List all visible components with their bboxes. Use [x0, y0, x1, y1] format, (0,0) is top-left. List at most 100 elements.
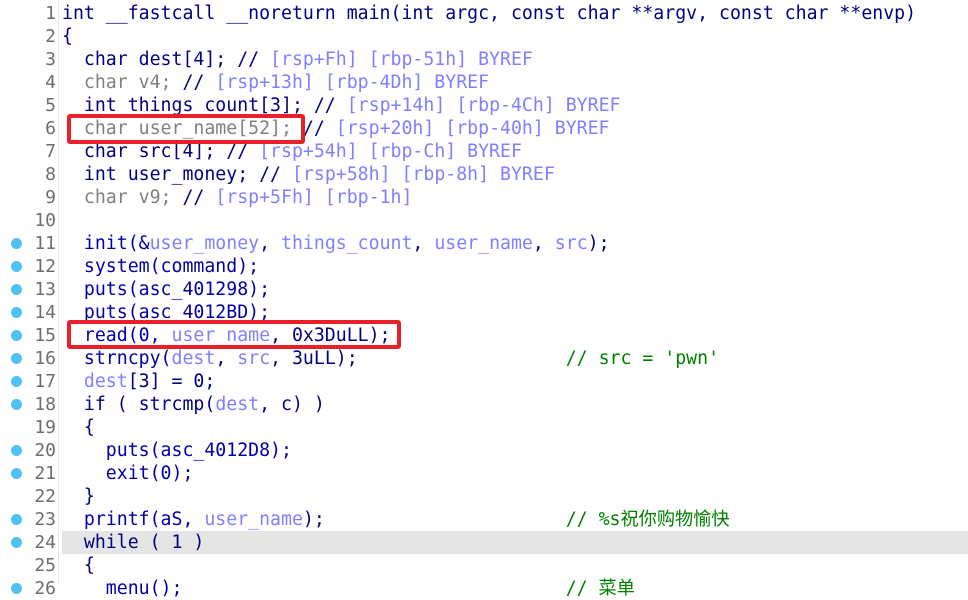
code-token: dest [171, 348, 216, 369]
breakpoint-dot-icon[interactable] [11, 399, 22, 410]
code-text: char dest[4]; // [rsp+Fh] [rbp-51h] BYRE… [62, 48, 968, 71]
code-line[interactable]: 2{ [0, 25, 968, 48]
code-token: char src[4]; [62, 141, 227, 162]
code-text: menu(); // 菜单 [62, 577, 968, 600]
code-token: } [62, 486, 95, 507]
breakpoint-dot-icon[interactable] [11, 353, 22, 364]
line-number: 11 [34, 233, 56, 254]
code-token: while ( 1 ) [62, 532, 205, 553]
breakpoint-dot-icon[interactable] [11, 468, 22, 479]
code-token: menu(); [62, 578, 566, 599]
code-line[interactable]: 24 while ( 1 ) [0, 531, 968, 554]
line-number: 14 [34, 302, 56, 323]
code-token: // [182, 187, 216, 208]
line-number: 8 [45, 164, 56, 185]
line-number: 25 [34, 555, 56, 576]
code-text: puts(asc_4012D8); [62, 439, 968, 462]
code-line[interactable]: 9 char v9; // [rsp+5Fh] [rbp-1h] [0, 186, 968, 209]
code-token: [rsp+14h] [rbp-4Ch] BYREF [346, 95, 621, 116]
line-number: 19 [34, 417, 56, 438]
code-token: { [62, 26, 73, 47]
code-token: user_money [149, 233, 260, 254]
code-text: } [62, 485, 968, 508]
code-token: [rsp+54h] [rbp-Ch] BYREF [259, 141, 522, 162]
code-token: { [62, 555, 95, 576]
code-line[interactable]: 11 init(&user_money, things_count, user_… [0, 232, 968, 255]
code-token: [3] = 0; [127, 371, 216, 392]
pseudocode-view[interactable]: 1 int __fastcall __noreturn main(int argc… [0, 0, 968, 599]
line-number: 13 [34, 279, 56, 300]
code-line[interactable]: 4 char v4; // [rsp+13h] [rbp-4Dh] BYREF [0, 71, 968, 94]
code-line[interactable]: 16 strncpy(dest, src, 3uLL); // src = 'p… [0, 347, 968, 370]
breakpoint-dot-icon[interactable] [11, 445, 22, 456]
code-token: init(& [62, 233, 150, 254]
code-token: int things_count[3]; [62, 95, 314, 116]
code-text: int __fastcall __noreturn main(int argc,… [62, 2, 968, 25]
code-token: puts(asc_401298); [62, 279, 271, 300]
code-token: // %s祝你购物愉快 [565, 509, 730, 530]
line-number: 6 [45, 118, 56, 139]
code-line[interactable]: 10 [0, 209, 968, 232]
line-number: 2 [45, 26, 56, 47]
code-token: [rsp+13h] [rbp-4Dh] BYREF [215, 72, 490, 93]
code-token: ); [587, 233, 610, 254]
code-token: int __fastcall __noreturn main(int argc,… [62, 3, 917, 24]
breakpoint-dot-icon[interactable] [11, 238, 22, 249]
code-line[interactable]: 19 { [0, 416, 968, 439]
code-token: exit(0); [62, 463, 194, 484]
code-line[interactable]: 3 char dest[4]; // [rsp+Fh] [rbp-51h] BY… [0, 48, 968, 71]
code-token: // 菜单 [565, 578, 635, 599]
code-token: printf(aS, [62, 509, 205, 530]
code-token: // [182, 72, 216, 93]
code-line[interactable]: 1 int __fastcall __noreturn main(int argc… [0, 2, 968, 25]
code-line[interactable]: 8 int user_money; // [rsp+58h] [rbp-8h] … [0, 163, 968, 186]
code-token: char v9; [62, 187, 183, 208]
code-token: things_count [281, 233, 413, 254]
line-number: 23 [34, 509, 56, 530]
code-text: puts(asc_401298); [62, 278, 968, 301]
code-text: system(command); [62, 255, 968, 278]
code-token: dest [62, 371, 128, 392]
code-token: , [259, 233, 282, 254]
breakpoint-dot-icon[interactable] [11, 583, 22, 594]
breakpoint-dot-icon[interactable] [11, 514, 22, 525]
code-line[interactable]: 25 { [0, 554, 968, 577]
code-line[interactable]: 23 printf(aS, user_name); // %s祝你购物愉快 [0, 508, 968, 531]
breakpoint-dot-icon[interactable] [11, 376, 22, 387]
line-number: 16 [34, 348, 56, 369]
highlight-box-read-call [67, 320, 401, 349]
code-line[interactable]: 17 dest[3] = 0; [0, 370, 968, 393]
code-line[interactable]: 12 system(command); [0, 255, 968, 278]
line-number: 21 [34, 463, 56, 484]
code-token: [rsp+Fh] [rbp-51h] BYREF [270, 49, 533, 70]
code-token: , [215, 348, 238, 369]
code-token: // [237, 49, 271, 70]
code-token: user_name [204, 509, 303, 530]
line-number: 3 [45, 49, 56, 70]
code-token: src [237, 348, 271, 369]
code-line[interactable]: 21 exit(0); [0, 462, 968, 485]
breakpoint-dot-icon[interactable] [11, 537, 22, 548]
breakpoint-dot-icon[interactable] [11, 261, 22, 272]
line-number: 15 [34, 325, 56, 346]
code-text: init(&user_money, things_count, user_nam… [62, 232, 968, 255]
code-line[interactable]: 13 puts(asc_401298); [0, 278, 968, 301]
code-token: [rsp+58h] [rbp-8h] BYREF [291, 164, 555, 185]
code-text: int user_money; // [rsp+58h] [rbp-8h] BY… [62, 163, 968, 186]
code-line[interactable]: 22 } [0, 485, 968, 508]
breakpoint-dot-icon[interactable] [11, 330, 22, 341]
code-token: puts(asc_4012D8); [62, 440, 292, 461]
code-token: src [554, 233, 588, 254]
breakpoint-dot-icon[interactable] [11, 284, 22, 295]
code-token: if ( strcmp( [62, 394, 216, 415]
code-text: { [62, 25, 968, 48]
breakpoint-dot-icon[interactable] [11, 307, 22, 318]
code-line[interactable]: 26 menu(); // 菜单 [0, 577, 968, 600]
code-line[interactable]: 18 if ( strcmp(dest, c) ) [0, 393, 968, 416]
code-line[interactable]: 20 puts(asc_4012D8); [0, 439, 968, 462]
code-text: exit(0); [62, 462, 968, 485]
code-token: user_name [434, 233, 533, 254]
code-text: while ( 1 ) [62, 531, 968, 554]
code-token: char v4; [62, 72, 183, 93]
code-token: { [62, 417, 95, 438]
